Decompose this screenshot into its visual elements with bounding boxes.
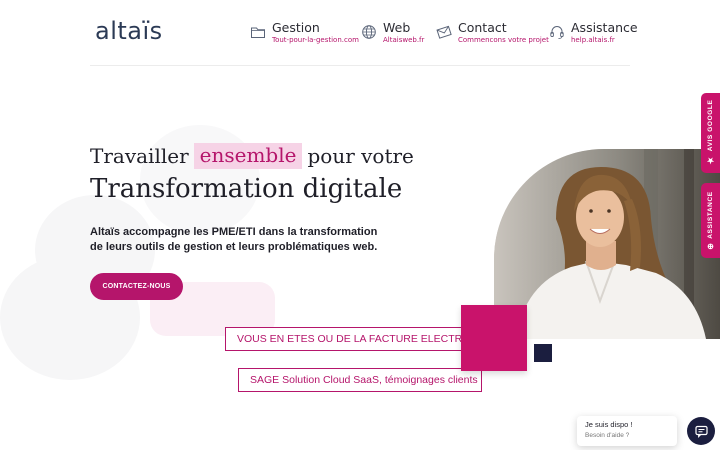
folder-icon [251, 27, 265, 38]
hero-heading-line2: Transformation digitale [90, 174, 403, 204]
hero-heading-highlight: ensemble [193, 143, 303, 169]
nav-item-web[interactable]: Web Altaisweb.fr [361, 20, 424, 45]
envelope-icon [436, 25, 452, 39]
nav-title: Web [383, 20, 411, 35]
star-icon: ★ [706, 156, 715, 166]
altais-logo[interactable]: altaïs [95, 17, 163, 45]
nav-subtitle: Altaisweb.fr [383, 36, 425, 44]
assistance-tab[interactable]: ⊕ ASSISTANCE [701, 183, 720, 258]
nav-title: Gestion [272, 20, 320, 35]
nav-title: Contact [458, 20, 507, 35]
nav-subtitle: Commencons votre projet [458, 36, 549, 44]
chat-title: Je suis dispo ! [585, 420, 633, 429]
sage-saas-link[interactable]: SAGE Solution Cloud SaaS, témoignages cl… [238, 368, 482, 392]
nav-item-contact[interactable]: Contact Commencons votre projet [436, 20, 549, 45]
lifebuoy-icon: ⊕ [706, 242, 715, 250]
nav-subtitle: Tout-pour-la-gestion.com [272, 36, 359, 44]
hero-heading-line1: Travailler ensemble pour votre [90, 143, 414, 169]
nav-subtitle: help.altais.fr [571, 36, 615, 44]
hero-heading-text: pour votre [307, 144, 414, 168]
hero-heading-text: Travailler [90, 144, 189, 168]
decorative-square [461, 305, 527, 371]
site-header: altaïs Gestion Tout-pour-la-gestion.com … [90, 0, 638, 66]
globe-icon [362, 25, 376, 39]
chat-subtitle: Besoin d'aide ? [585, 432, 630, 439]
woman-portrait-image [494, 149, 720, 339]
hero-description: Altaïs accompagne les PME/ETI dans la tr… [90, 226, 378, 253]
headset-icon [550, 26, 564, 39]
google-reviews-tab[interactable]: ★ AVIS GOOGLE [701, 93, 720, 173]
nav-item-assistance[interactable]: Assistance help.altais.fr [549, 20, 638, 45]
nav-item-gestion[interactable]: Gestion Tout-pour-la-gestion.com [250, 20, 359, 45]
contact-us-button[interactable]: CONTACTEZ-NOUS [90, 273, 183, 300]
assistance-label: ASSISTANCE [707, 191, 714, 239]
decorative-square [534, 344, 552, 362]
chat-bubble[interactable]: Je suis dispo ! Besoin d'aide ? [577, 416, 677, 446]
nav-title: Assistance [571, 20, 638, 35]
electronic-invoice-link[interactable]: VOUS EN ETES OU DE LA FACTURE ELECTRONIQ… [225, 327, 480, 351]
google-reviews-label: AVIS GOOGLE [707, 100, 714, 152]
chat-icon [694, 425, 708, 438]
hero-photo [494, 149, 720, 339]
chat-launcher-button[interactable] [687, 417, 715, 445]
